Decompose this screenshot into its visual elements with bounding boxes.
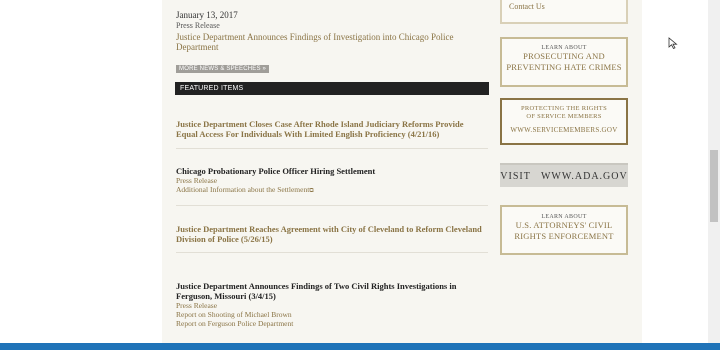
vertical-scrollbar[interactable] bbox=[708, 0, 720, 343]
release-type: Press Release bbox=[176, 21, 220, 30]
taskbar-edge bbox=[0, 343, 720, 350]
promo-url: WWW.SERVICEMEMBERS.GOV bbox=[510, 126, 618, 134]
featured-item-press-link[interactable]: Press Release bbox=[176, 301, 486, 310]
usao-promo[interactable]: LEARN ABOUT U.S. ATTORNEYS' CIVIL RIGHTS… bbox=[500, 205, 628, 255]
contact-box: Contact Us bbox=[500, 0, 628, 24]
featured-item-title: Chicago Probationary Police Officer Hiri… bbox=[176, 166, 376, 176]
featured-item-press-link[interactable]: Press Release bbox=[176, 176, 486, 185]
servicemembers-promo[interactable]: PROTECTING THE RIGHTS OF SERVICE MEMBERS… bbox=[500, 98, 628, 145]
release-title-link[interactable]: Justice Department Announces Findings of… bbox=[176, 32, 486, 52]
promo-line: PROTECTING THE RIGHTS bbox=[521, 105, 607, 112]
external-link-icon: ⧉ bbox=[309, 188, 314, 194]
divider bbox=[176, 148, 488, 149]
settlement-link-text: Additional Information about the Settlem… bbox=[176, 185, 310, 194]
featured-items-header: FEATURED ITEMS bbox=[175, 82, 489, 95]
featured-item: Justice Department Announces Findings of… bbox=[176, 281, 486, 328]
more-news-button[interactable]: MORE NEWS & SPEECHES » bbox=[176, 65, 270, 73]
promo-line: PROSECUTING AND bbox=[523, 51, 605, 61]
featured-item-report-link[interactable]: Report on Ferguson Police Department bbox=[176, 319, 486, 328]
scrollbar-thumb[interactable] bbox=[710, 150, 718, 222]
divider bbox=[176, 252, 488, 253]
divider bbox=[176, 205, 488, 206]
featured-item: Justice Department Reaches Agreement wit… bbox=[176, 224, 486, 244]
featured-item: Justice Department Closes Case After Rho… bbox=[176, 119, 486, 139]
promo-line: U.S. ATTORNEYS' CIVIL bbox=[515, 220, 613, 230]
promo-line: RIGHTS ENFORCEMENT bbox=[514, 231, 614, 241]
release-date: January 13, 2017 bbox=[176, 10, 238, 20]
featured-item-title: Justice Department Announces Findings of… bbox=[176, 281, 457, 301]
contact-us-link[interactable]: Contact Us bbox=[509, 2, 545, 11]
hate-crimes-promo[interactable]: LEARN ABOUT PROSECUTING AND PREVENTING H… bbox=[500, 37, 628, 87]
ada-banner[interactable]: VISIT WWW.ADA.GOV bbox=[500, 163, 628, 187]
featured-item-title-link[interactable]: Justice Department Reaches Agreement wit… bbox=[176, 224, 486, 244]
promo-line: OF SERVICE MEMBERS bbox=[526, 113, 602, 120]
featured-item-settlement-link[interactable]: Additional Information about the Settlem… bbox=[176, 185, 486, 196]
featured-item-title-link[interactable]: Justice Department Closes Case After Rho… bbox=[176, 119, 486, 139]
mouse-cursor-icon bbox=[668, 37, 678, 49]
promo-line: PREVENTING HATE CRIMES bbox=[506, 62, 622, 72]
featured-item-report-link[interactable]: Report on Shooting of Michael Brown bbox=[176, 310, 486, 319]
featured-item: Chicago Probationary Police Officer Hiri… bbox=[176, 166, 486, 196]
